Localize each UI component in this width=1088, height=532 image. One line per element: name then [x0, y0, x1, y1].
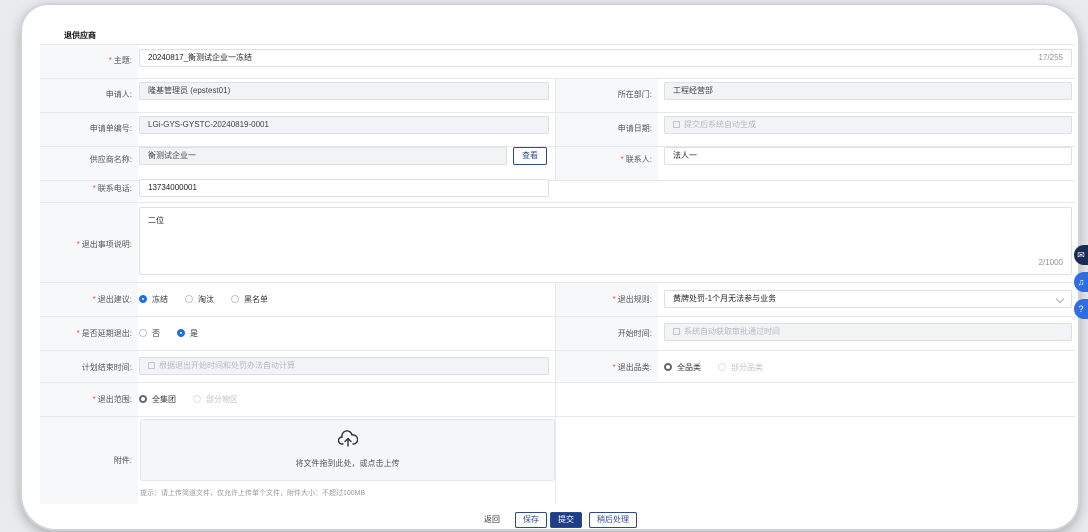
upload-dropzone[interactable]: 将文件拖到此处，或点击上传: [140, 419, 555, 481]
plan-end-input: 根据退出开始时间和处罚办法自动计算: [139, 357, 549, 375]
radio-blacklist[interactable]: 黑名单: [231, 294, 268, 305]
plan-end-label: 计划结束时间:: [81, 363, 132, 372]
radio-dot: [139, 295, 147, 303]
exit-rule-label: * 退出规则:: [612, 295, 652, 304]
radio-all-category[interactable]: 全品类: [664, 362, 701, 373]
attachment-label: 附件:: [113, 456, 132, 465]
radio-dot: [193, 395, 201, 403]
calendar-icon: [673, 121, 680, 128]
app-date-label: 申请日期:: [617, 124, 652, 133]
cloud-upload-icon: [338, 430, 358, 447]
start-time-input: 系统自动获取审批通过时间: [664, 323, 1072, 341]
message-side-button[interactable]: ✉: [1074, 245, 1088, 265]
exit-suggest-label: * 退出建议:: [92, 295, 132, 304]
contact-input[interactable]: 法人一: [664, 147, 1072, 165]
department-input: 工程经营部: [664, 82, 1072, 100]
exit-desc-counter: 2/1000: [1038, 258, 1063, 267]
headset-icon: ♫: [1077, 277, 1085, 287]
radio-dot: [718, 363, 726, 371]
applicant-input: 隆基管理员 (epstest01): [139, 82, 549, 100]
calendar-icon: [673, 328, 680, 335]
radio-extend-yes[interactable]: 是: [177, 328, 198, 339]
mail-icon: ✉: [1077, 250, 1085, 260]
radio-dot: [664, 363, 672, 371]
radio-dot: [139, 395, 147, 403]
exit-category-label: * 退出品类:: [612, 363, 652, 372]
radio-partial-area: 部分物区: [193, 394, 238, 405]
radio-extend-no[interactable]: 否: [139, 328, 160, 339]
radio-freeze[interactable]: 冻结: [139, 294, 168, 305]
extend-label: * 是否延期退出:: [76, 329, 132, 338]
phone-label: * 联系电话:: [92, 184, 132, 193]
service-side-button[interactable]: ♫: [1074, 272, 1088, 292]
radio-partial-category: 部分品类: [718, 362, 763, 373]
later-button[interactable]: 稍后处理: [589, 512, 637, 528]
view-supplier-button[interactable]: 查看: [513, 147, 547, 165]
help-icon: ?: [1078, 304, 1084, 314]
page-title: 退供应商: [64, 31, 96, 40]
subject-counter: 17/255: [1038, 53, 1063, 62]
app-date-input: 提交后系统自动生成: [664, 116, 1072, 134]
footer-bar: 返回 保存 提交 稍后处理: [0, 508, 1088, 532]
contact-label: * 联系人:: [620, 155, 652, 164]
help-side-button[interactable]: ?: [1074, 299, 1088, 319]
exit-scope-label: * 退出范围:: [92, 395, 132, 404]
radio-dot: [139, 329, 147, 337]
phone-input[interactable]: 13734000001: [139, 179, 549, 197]
app-no-input: LGi-GYS-GYSTC-20240819-0001: [139, 116, 549, 134]
department-label: 所在部门:: [617, 90, 652, 99]
radio-eliminate[interactable]: 淘汰: [185, 294, 214, 305]
subject-label: * 主题:: [108, 56, 132, 65]
radio-dot: [177, 329, 185, 337]
supplier-input: 衡测试企业一: [139, 147, 507, 165]
applicant-label: 申请人:: [105, 90, 132, 99]
exit-desc-label: * 退出事项说明:: [76, 240, 132, 249]
save-button[interactable]: 保存: [515, 512, 547, 528]
exit-desc-textarea[interactable]: 二位 2/1000: [139, 207, 1072, 275]
upload-hint: 提示：请上传简道文件，仅允许上传单个文件，附件大小：不超过100MB: [140, 490, 366, 497]
start-time-label: 开始时间:: [617, 329, 652, 338]
submit-button[interactable]: 提交: [550, 512, 582, 528]
chevron-down-icon: [1055, 294, 1065, 304]
back-button[interactable]: 返回: [478, 512, 506, 528]
supplier-label: 供应商名称:: [89, 155, 132, 164]
exit-rule-select[interactable]: 黄牌处罚-1个月无法参与业务: [664, 290, 1072, 308]
subject-input[interactable]: 20240817_衡测试企业一冻结 17/255: [139, 49, 1072, 67]
column-divider: [555, 282, 556, 504]
app-no-label: 申请单编号:: [89, 124, 132, 133]
upload-text: 将文件拖到此处，或点击上传: [295, 459, 400, 468]
radio-whole-group[interactable]: 全集团: [139, 394, 176, 405]
radio-dot: [231, 295, 239, 303]
radio-dot: [185, 295, 193, 303]
column-divider: [555, 78, 556, 180]
calendar-icon: [148, 362, 155, 369]
